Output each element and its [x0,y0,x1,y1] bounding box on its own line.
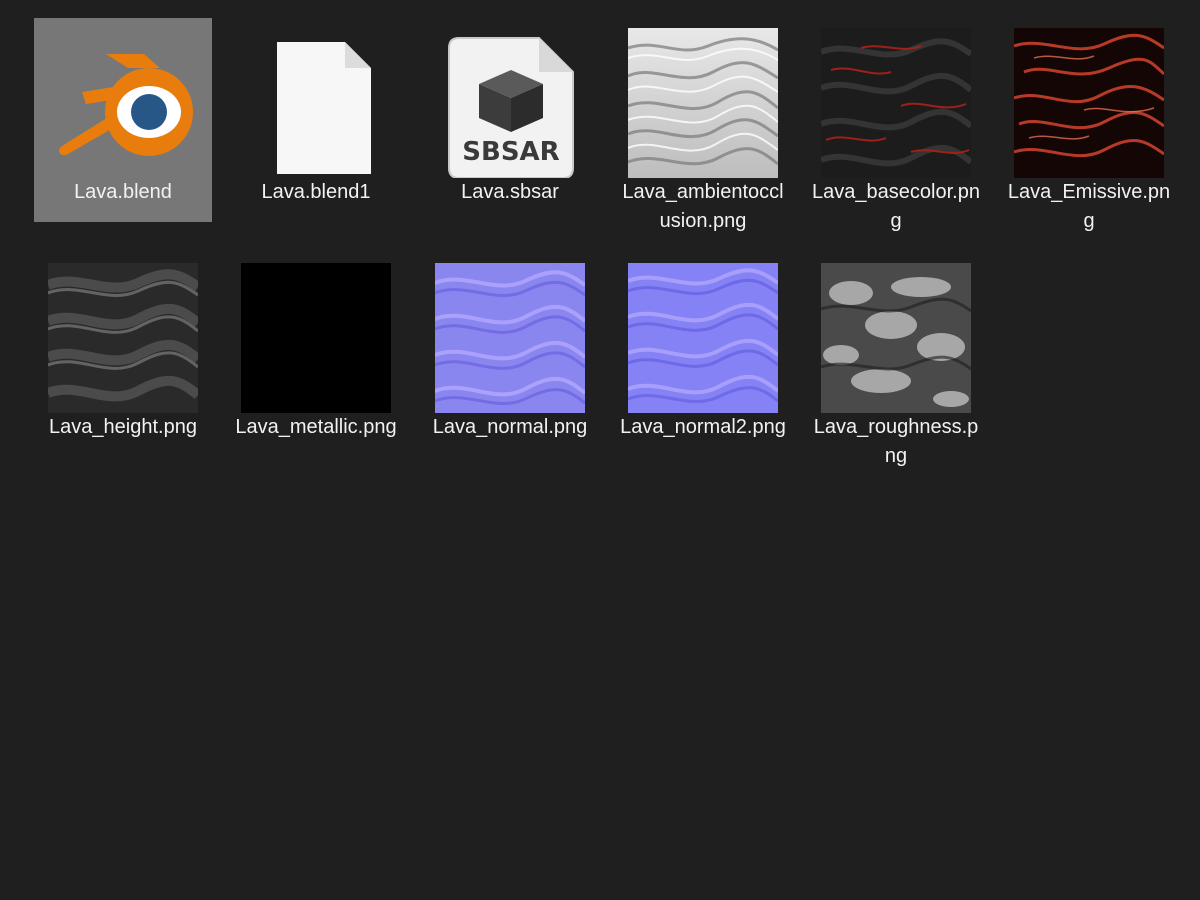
file-tile-lava-metallic[interactable]: Lava_metallic.png [227,253,405,457]
file-tile-lava-sbsar[interactable]: SBSAR Lava.sbsar [421,18,599,222]
sbsar-icon-text: SBSAR [462,137,559,167]
file-tile-lava-normal[interactable]: Lava_normal.png [421,253,599,457]
blank-document-icon [241,28,391,178]
emissive-thumbnail [1014,28,1164,178]
normal-thumbnail [435,263,585,413]
file-name: Lava_ambientocclusion.png [622,181,784,232]
height-thumbnail [48,263,198,413]
file-name: Lava_normal2.png [620,416,786,438]
file-tile-lava-height[interactable]: Lava_height.png [34,253,212,457]
file-grid-view: Lava.blend Lava.blend1 SBSAR Lava.sbsar … [0,0,1200,900]
file-name: Lava_height.png [49,416,197,438]
file-name: Lava_basecolor.png [812,181,980,232]
file-tile-lava-blend1[interactable]: Lava.blend1 [227,18,405,222]
file-tile-lava-roughness[interactable]: Lava_roughness.png [807,253,985,467]
file-name: Lava_metallic.png [235,416,397,438]
file-name: Lava.blend1 [261,181,371,203]
sbsar-file-icon: SBSAR [435,28,585,178]
file-name: Lava_roughness.png [813,416,979,467]
file-name: Lava_Emissive.png [1007,181,1171,232]
file-name: Lava.sbsar [461,181,559,203]
file-name: Lava_normal.png [432,416,588,438]
normal2-thumbnail [628,263,778,413]
file-tile-lava-basecolor[interactable]: Lava_basecolor.png [807,18,985,232]
file-tile-lava-blend[interactable]: Lava.blend [34,18,212,222]
ambient-occlusion-thumbnail [628,28,778,178]
metallic-thumbnail [241,263,391,413]
blender-file-icon [48,28,198,178]
file-tile-lava-emissive[interactable]: Lava_Emissive.png [1000,18,1178,232]
basecolor-thumbnail [821,28,971,178]
roughness-thumbnail [821,263,971,413]
file-tile-lava-ambientocclusion[interactable]: Lava_ambientocclusion.png [614,18,792,232]
file-tile-lava-normal2[interactable]: Lava_normal2.png [614,253,792,457]
file-name: Lava.blend [74,181,172,203]
